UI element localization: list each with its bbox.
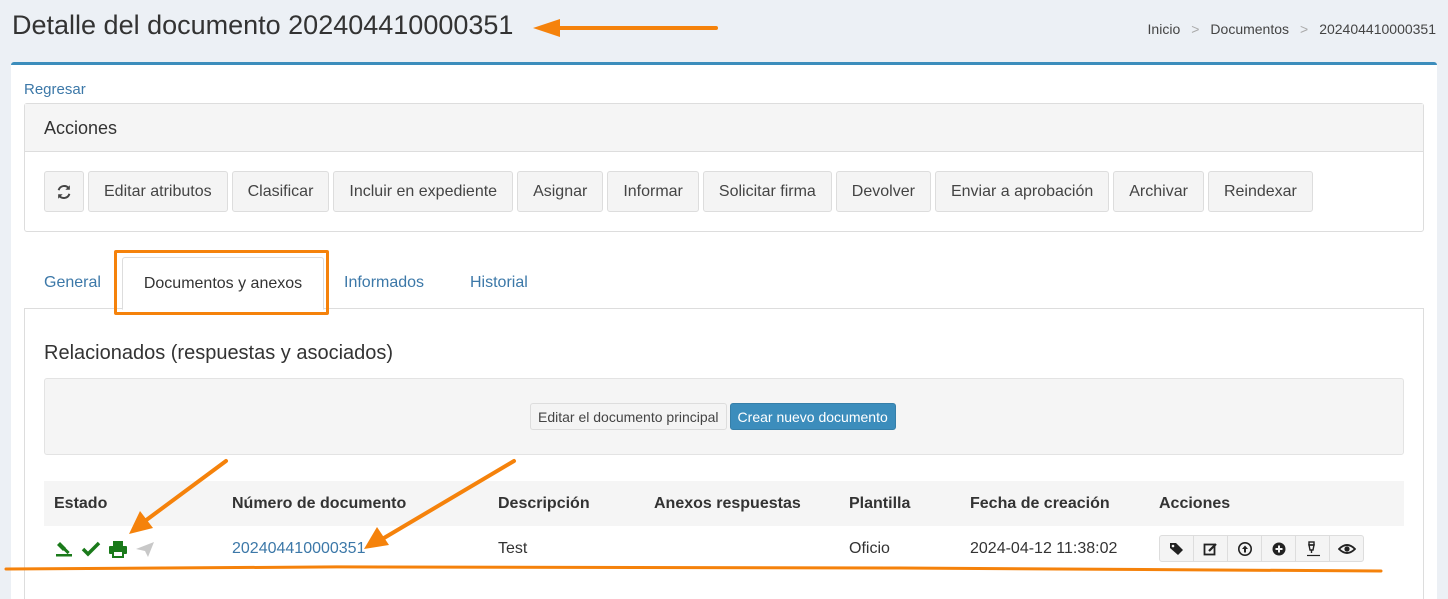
tags-button[interactable] xyxy=(1159,535,1194,562)
edit-main-document-button[interactable]: Editar el documento principal xyxy=(530,403,727,430)
reindex-button[interactable]: Reindexar xyxy=(1207,171,1313,212)
breadcrumb: Inicio > Documentos > 202404410000351 xyxy=(1148,21,1436,37)
classify-button[interactable]: Clasificar xyxy=(231,171,330,212)
table-header-row: Estado Número de documento Descripción A… xyxy=(44,481,1404,526)
estado-cell xyxy=(44,526,222,571)
tab-documentos-y-anexos[interactable]: Documentos y anexos xyxy=(122,257,324,310)
sign-icon xyxy=(1306,540,1320,556)
assign-button[interactable]: Asignar xyxy=(517,171,604,212)
view-button[interactable] xyxy=(1329,535,1364,562)
breadcrumb-documentos[interactable]: Documentos xyxy=(1210,21,1289,37)
header-acciones: Acciones xyxy=(1149,481,1404,526)
acciones-cell xyxy=(1149,526,1404,571)
descripcion-cell: Test xyxy=(498,539,528,557)
tab-historial[interactable]: Historial xyxy=(450,257,548,309)
request-signature-button[interactable]: Solicitar firma xyxy=(702,171,832,212)
back-link[interactable]: Regresar xyxy=(24,81,86,98)
upload-icon xyxy=(1237,541,1252,556)
send-for-approval-button[interactable]: Enviar a aprobación xyxy=(934,171,1110,212)
header-plantilla: Plantilla xyxy=(839,481,960,526)
inform-button[interactable]: Informar xyxy=(607,171,699,212)
header-numero: Número de documento xyxy=(222,481,488,526)
stamp-icon[interactable] xyxy=(54,540,74,558)
tab-informados[interactable]: Informados xyxy=(324,257,444,309)
check-icon[interactable] xyxy=(81,540,101,558)
breadcrumb-current: 202404410000351 xyxy=(1319,21,1436,37)
refresh-icon xyxy=(57,184,71,199)
row-actions-group xyxy=(1159,535,1394,562)
include-in-file-button[interactable]: Incluir en expediente xyxy=(333,171,514,212)
header-descripcion: Descripción xyxy=(488,481,644,526)
numero-cell: 202404410000351 xyxy=(222,526,488,571)
anexos-cell xyxy=(644,526,839,571)
edit-attributes-button[interactable]: Editar atributos xyxy=(88,171,228,212)
print-icon[interactable] xyxy=(108,540,128,558)
header-anexos: Anexos respuestas xyxy=(644,481,839,526)
document-number-link[interactable]: 202404410000351 xyxy=(232,540,365,557)
page-title: Detalle del documento 202404410000351 xyxy=(12,10,514,40)
refresh-button[interactable] xyxy=(44,171,84,212)
documents-table: Estado Número de documento Descripción A… xyxy=(44,481,1404,571)
add-icon xyxy=(1272,542,1285,555)
sign-button[interactable] xyxy=(1295,535,1330,562)
table-row: 202404410000351 Test Oficio 2024-04-12 1… xyxy=(44,526,1404,571)
header-estado: Estado xyxy=(44,481,222,526)
edit-icon xyxy=(1203,542,1217,555)
annotation-arrow-title xyxy=(533,19,718,37)
breadcrumb-separator: > xyxy=(1300,21,1309,37)
edit-button[interactable] xyxy=(1193,535,1228,562)
section-title: Relacionados (respuestas y asociados) xyxy=(44,342,394,364)
document-tabs: General Documentos y anexos Informados H… xyxy=(24,257,1424,310)
actions-panel: Acciones Editar atributos Clasificar Inc… xyxy=(24,103,1424,232)
related-actions-well: Editar el documento principal Crear nuev… xyxy=(44,378,1404,455)
header-fecha: Fecha de creación xyxy=(960,481,1149,526)
tags-icon xyxy=(1169,542,1183,555)
actions-toolbar: Editar atributos Clasificar Incluir en e… xyxy=(44,171,1313,212)
fecha-cell: 2024-04-12 11:38:02 xyxy=(970,539,1118,557)
archive-button[interactable]: Archivar xyxy=(1113,171,1204,212)
create-new-document-button[interactable]: Crear nuevo documento xyxy=(729,403,896,430)
send-icon[interactable] xyxy=(135,540,155,558)
plantilla-cell: Oficio xyxy=(849,539,890,557)
breadcrumb-inicio[interactable]: Inicio xyxy=(1148,21,1181,37)
view-icon xyxy=(1337,543,1356,554)
breadcrumb-separator: > xyxy=(1191,21,1200,37)
tab-general[interactable]: General xyxy=(24,257,121,309)
add-button[interactable] xyxy=(1261,535,1296,562)
upload-button[interactable] xyxy=(1227,535,1262,562)
actions-panel-title: Acciones xyxy=(25,104,1423,152)
return-button[interactable]: Devolver xyxy=(835,171,931,212)
